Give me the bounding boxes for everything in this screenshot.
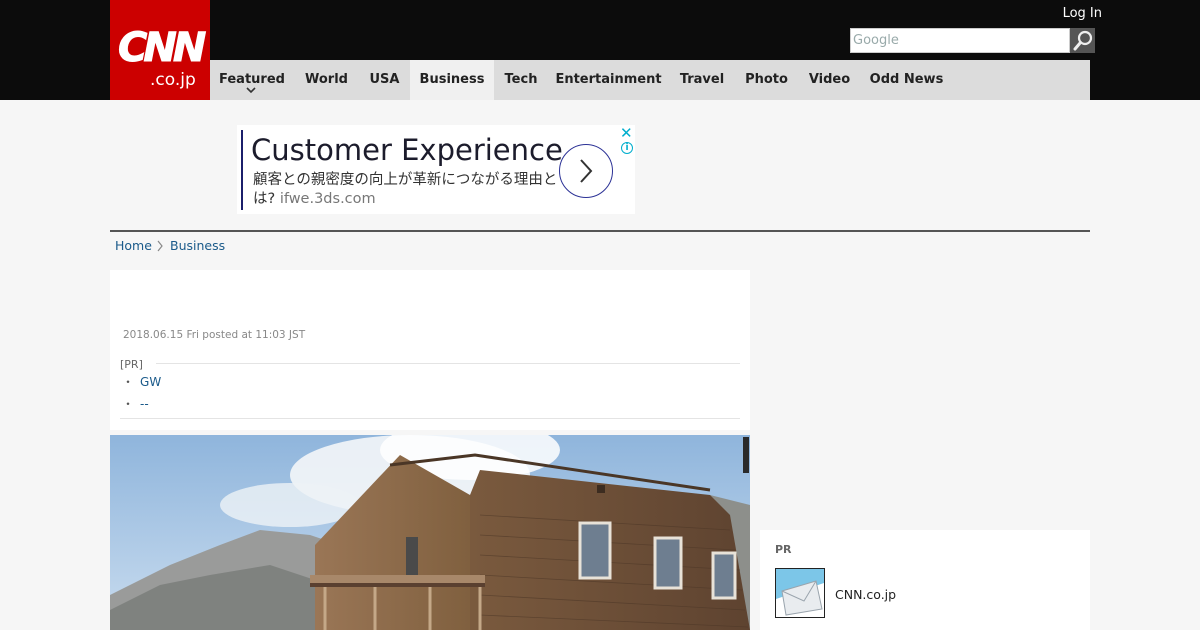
pr-link-text[interactable]: GW bbox=[140, 375, 161, 389]
pr-link-text[interactable]: -- bbox=[140, 397, 149, 411]
article-date: 2018.06.15 Fri posted at 11:03 JST bbox=[123, 329, 306, 341]
nav-photo[interactable]: Photo bbox=[735, 60, 798, 100]
chevron-right-icon bbox=[580, 159, 593, 183]
ad-accent-bar bbox=[241, 130, 243, 210]
chevron-right-icon bbox=[157, 240, 163, 252]
pr-divider-bottom bbox=[120, 418, 740, 419]
logo-text: CNN bbox=[118, 25, 207, 71]
ad-url: ifwe.3ds.com bbox=[279, 191, 376, 207]
search-icon bbox=[1073, 30, 1093, 51]
ad-banner[interactable]: Customer Experience 顧客との親密度の向上が革新につながる理由… bbox=[237, 125, 635, 214]
pr-label: [PR] bbox=[120, 358, 143, 371]
breadcrumb-business[interactable]: Business bbox=[170, 238, 225, 254]
article-hero-image bbox=[110, 435, 750, 630]
nav-tech[interactable]: Tech bbox=[494, 60, 548, 100]
ad-title: Customer Experience bbox=[251, 133, 563, 167]
login-link[interactable]: Log In bbox=[1052, 6, 1102, 22]
nav-world[interactable]: World bbox=[294, 60, 359, 100]
sidebar-pr-label: PR bbox=[775, 543, 792, 556]
search-input[interactable] bbox=[850, 28, 1070, 53]
search-button[interactable] bbox=[1070, 28, 1095, 53]
sidebar-thumbnail[interactable] bbox=[775, 568, 825, 618]
section-divider bbox=[110, 230, 1090, 232]
pr-divider bbox=[156, 363, 740, 364]
cnn-logo[interactable]: CNN .co.jp bbox=[110, 0, 210, 100]
nav-featured[interactable]: Featured bbox=[210, 60, 294, 100]
breadcrumb-home[interactable]: Home bbox=[115, 238, 152, 254]
ad-arrow-button[interactable] bbox=[559, 144, 613, 198]
bullet: ・ bbox=[122, 375, 135, 389]
pr-link[interactable]: ・ GW bbox=[122, 374, 161, 390]
nav-travel[interactable]: Travel bbox=[669, 60, 735, 100]
close-icon[interactable]: ✕ bbox=[620, 125, 633, 141]
bullet: ・ bbox=[122, 397, 135, 411]
logo-subtext: .co.jp bbox=[150, 70, 196, 90]
info-icon[interactable]: i bbox=[621, 142, 633, 154]
sidebar-item-text[interactable]: CNN.co.jp bbox=[835, 587, 896, 603]
nav-usa[interactable]: USA bbox=[359, 60, 410, 100]
article-card: 2018.06.15 Fri posted at 11:03 JST [PR] … bbox=[110, 270, 750, 430]
photo-credit-strip bbox=[743, 437, 749, 473]
pr-link[interactable]: ・ -- bbox=[122, 396, 149, 412]
ad-text: 顧客との親密度の向上が革新につながる理由とは? ifwe.3ds.com bbox=[253, 171, 563, 209]
nav-odd-news[interactable]: Odd News bbox=[861, 60, 952, 100]
main-nav: Featured World USA Business Tech Enterta… bbox=[210, 60, 1090, 100]
mail-icon bbox=[776, 569, 824, 617]
nav-video[interactable]: Video bbox=[798, 60, 861, 100]
nav-business[interactable]: Business bbox=[410, 60, 494, 100]
nav-entertainment[interactable]: Entertainment bbox=[548, 60, 669, 100]
chevron-down-icon bbox=[246, 87, 256, 94]
sidebar-pr-box: PR CNN.co.jp bbox=[760, 530, 1090, 630]
